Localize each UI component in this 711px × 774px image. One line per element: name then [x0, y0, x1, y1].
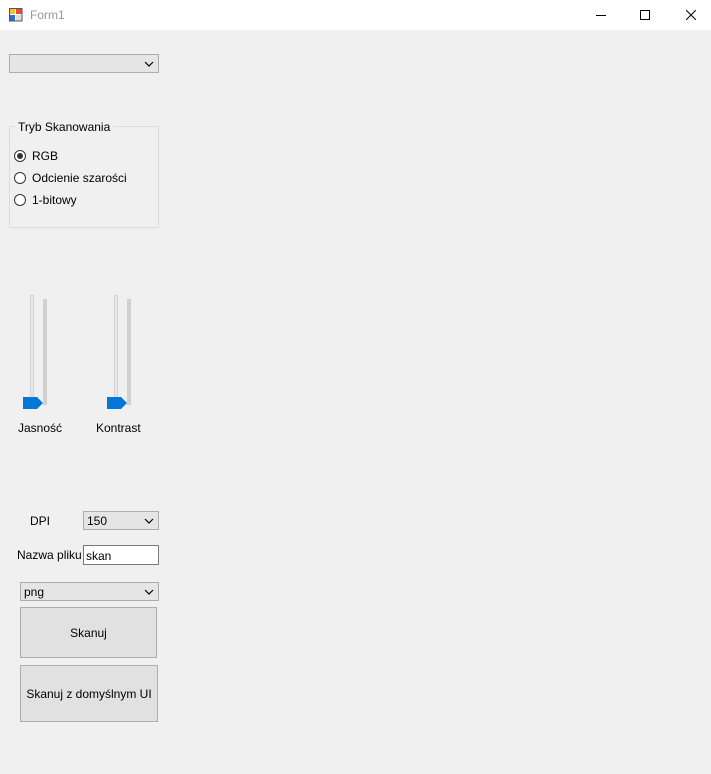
radio-unchecked-icon — [14, 172, 26, 184]
minimize-button[interactable] — [578, 0, 624, 30]
filename-label: Nazwa pliku — [17, 548, 82, 562]
chevron-down-icon — [144, 61, 154, 67]
scan-default-ui-button[interactable]: Skanuj z domyślnym UI — [20, 665, 158, 722]
format-value: png — [24, 585, 45, 599]
radio-1bit-label: 1-bitowy — [32, 193, 77, 207]
device-combo[interactable] — [9, 54, 159, 73]
scan-button-label: Skanuj — [70, 625, 107, 640]
maximize-button[interactable] — [622, 0, 668, 30]
slider-thumb[interactable] — [23, 397, 45, 409]
filename-input[interactable] — [83, 545, 159, 565]
dpi-value: 150 — [87, 514, 108, 528]
slider-track — [30, 295, 34, 408]
radio-unchecked-icon — [14, 194, 26, 206]
slider-thumb[interactable] — [107, 397, 129, 409]
scan-default-ui-button-label: Skanuj z domyślnym UI — [26, 686, 152, 701]
brightness-slider[interactable] — [23, 295, 53, 415]
title-bar[interactable]: Form1 — [0, 0, 711, 30]
chevron-down-icon — [144, 518, 154, 524]
dpi-combo[interactable]: 150 — [83, 511, 159, 530]
brightness-label: Jasność — [18, 421, 63, 435]
slider-ticks — [127, 299, 131, 405]
close-button[interactable] — [668, 0, 711, 30]
radio-1bit[interactable]: 1-bitowy — [14, 192, 77, 208]
radio-checked-icon — [14, 150, 26, 162]
winforms-app-icon — [9, 8, 23, 22]
close-icon — [686, 10, 696, 20]
dpi-label: DPI — [30, 514, 51, 528]
format-combo[interactable]: png — [20, 582, 159, 601]
minimize-icon — [596, 15, 606, 16]
window-title: Form1 — [30, 8, 65, 22]
radio-grayscale-label: Odcienie szarości — [32, 171, 127, 185]
slider-ticks — [43, 299, 47, 405]
contrast-label: Kontrast — [96, 421, 141, 435]
main-window: Form1 Tryb Skanowania RGB Odcienie szaro… — [0, 0, 711, 774]
chevron-down-icon — [144, 589, 154, 595]
radio-rgb-label: RGB — [32, 149, 59, 163]
scan-button[interactable]: Skanuj — [20, 607, 157, 658]
maximize-icon — [640, 10, 650, 20]
contrast-slider[interactable] — [107, 295, 137, 415]
radio-rgb[interactable]: RGB — [14, 148, 58, 164]
scan-mode-title: Tryb Skanowania — [15, 120, 114, 134]
radio-grayscale[interactable]: Odcienie szarości — [14, 170, 127, 186]
slider-track — [114, 295, 118, 408]
